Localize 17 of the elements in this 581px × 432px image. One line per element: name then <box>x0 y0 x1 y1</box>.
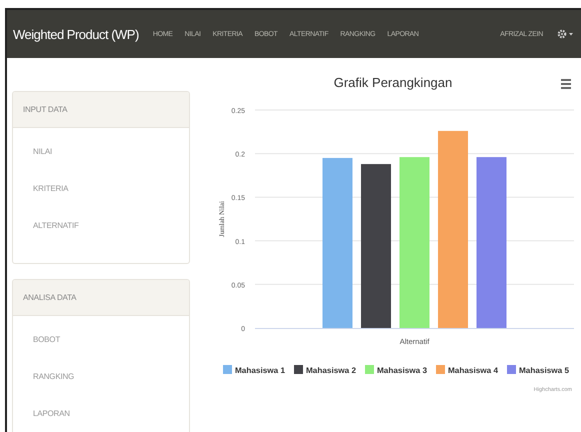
brand-link[interactable]: Weighted Product (WP) <box>13 26 139 42</box>
sidebar-link[interactable]: BOBOT <box>13 330 189 367</box>
panel-title: ANALISA DATA <box>23 293 76 302</box>
sidebar-link[interactable]: ALTERNATIF <box>13 216 189 253</box>
legend-item[interactable]: Mahasiswa 5 <box>519 366 568 375</box>
sidebar-link[interactable]: KRITERIA <box>13 179 189 216</box>
settings-icon[interactable] <box>557 29 575 39</box>
legend-item[interactable]: Mahasiswa 2 <box>306 366 355 375</box>
sidebar-link[interactable]: NILAI <box>13 142 189 179</box>
legend-item[interactable]: Mahasiswa 1 <box>235 366 284 375</box>
menu-icon[interactable] <box>561 79 571 89</box>
legend-item[interactable]: Mahasiswa 4 <box>448 366 497 375</box>
panel-title: INPUT DATA <box>23 105 68 114</box>
sidebar-link[interactable]: LAPORAN <box>13 404 189 432</box>
chart-title: Grafik Perangkingan <box>334 75 452 90</box>
legend-item[interactable]: Mahasiswa 3 <box>377 366 426 375</box>
sidebar-link[interactable]: RANGKING <box>13 367 189 404</box>
